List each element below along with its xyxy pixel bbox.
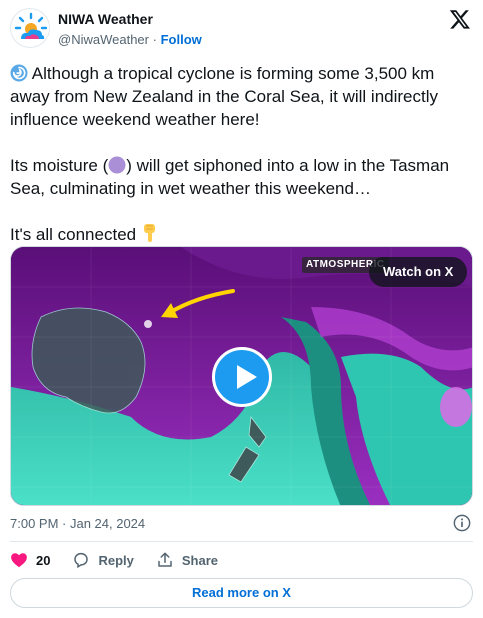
divider bbox=[10, 541, 473, 542]
purple-circle-emoji-icon bbox=[108, 156, 126, 174]
tweet-paragraph-1: Although a tropical cyclone is forming s… bbox=[10, 62, 473, 131]
tweet-line-2-start: Its moisture ( bbox=[10, 156, 109, 175]
handle-row: @NiwaWeather · Follow bbox=[58, 32, 202, 47]
timestamp[interactable]: 7:00 PM · Jan 24, 2024 bbox=[10, 516, 145, 531]
share-button[interactable]: Share bbox=[156, 551, 218, 569]
tweet-line-1: Although a tropical cyclone is forming s… bbox=[10, 64, 439, 129]
like-count: 20 bbox=[36, 552, 51, 568]
handle[interactable]: @NiwaWeather bbox=[58, 32, 149, 47]
play-icon[interactable] bbox=[212, 347, 272, 407]
display-name[interactable]: NIWA Weather bbox=[58, 11, 153, 27]
reply-icon bbox=[74, 552, 89, 569]
niwa-logo-icon bbox=[14, 12, 48, 39]
info-icon[interactable] bbox=[453, 514, 471, 532]
x-logo-icon[interactable] bbox=[449, 8, 471, 30]
tweet-text: Although a tropical cyclone is forming s… bbox=[10, 62, 473, 246]
tweet-paragraph-2: Its moisture () will get siphoned into a… bbox=[10, 154, 473, 200]
reply-button[interactable]: Reply bbox=[72, 551, 134, 569]
tweet-paragraph-3: It's all connected bbox=[10, 223, 473, 246]
share-icon bbox=[158, 552, 172, 567]
tweet-header: NIWA Weather @NiwaWeather · Follow bbox=[10, 8, 473, 48]
avatar[interactable] bbox=[10, 8, 50, 48]
watch-on-x-button[interactable]: Watch on X bbox=[369, 257, 468, 287]
like-button[interactable]: 20 bbox=[10, 551, 50, 569]
cyclone-emoji-icon bbox=[10, 64, 28, 82]
follow-link[interactable]: Follow bbox=[161, 32, 202, 47]
read-more-button[interactable]: Read more on X bbox=[10, 578, 473, 608]
video-player[interactable]: ATMOSPHERIC Watch on X bbox=[10, 246, 473, 506]
separator: · bbox=[152, 32, 157, 47]
action-bar: 20 Reply Share bbox=[10, 550, 240, 570]
tweet-embed-card: NIWA Weather @NiwaWeather · Follow Altho… bbox=[0, 0, 483, 618]
reply-label: Reply bbox=[98, 552, 134, 568]
heart-icon bbox=[11, 553, 27, 568]
tweet-line-3: It's all connected bbox=[10, 225, 137, 244]
pointing-down-emoji-icon bbox=[143, 224, 155, 242]
share-label: Share bbox=[181, 552, 219, 568]
